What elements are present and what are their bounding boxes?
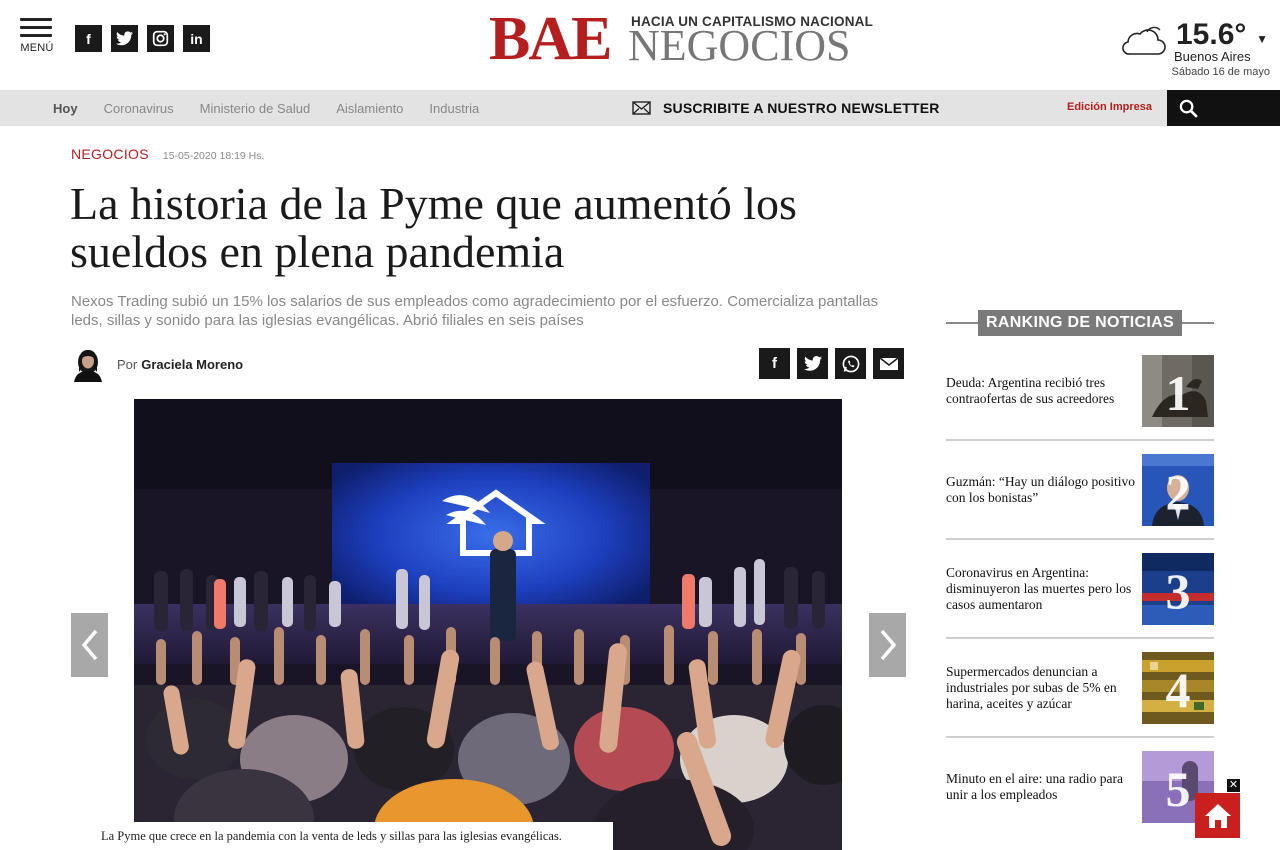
nav-item-ministerio[interactable]: Ministerio de Salud bbox=[200, 101, 311, 116]
ranking-item-title: Minuto en el aire: una radio para unir a… bbox=[946, 771, 1123, 802]
ranking-thumbnail: 3 bbox=[1142, 553, 1214, 625]
weather-date: Sábado 16 de mayo bbox=[1171, 66, 1270, 78]
ranking-thumbnail: 2 bbox=[1142, 454, 1214, 526]
newsletter-link[interactable]: SUSCRIBITE A NUESTRO NEWSLETTER bbox=[632, 90, 940, 126]
cloud-icon bbox=[1122, 26, 1166, 55]
edicion-impresa-link[interactable]: Edición Impresa bbox=[1067, 101, 1152, 113]
ranking-thumbnail: 1 bbox=[1142, 355, 1214, 427]
share-email-icon[interactable] bbox=[873, 348, 904, 379]
home-icon bbox=[1204, 803, 1231, 828]
instagram-icon[interactable] bbox=[147, 25, 174, 52]
weather-widget[interactable]: 15.6° ▼ Buenos Aires Sábado 16 de mayo bbox=[1120, 18, 1270, 80]
weather-temp: 15.6° bbox=[1176, 18, 1247, 51]
ranking-item[interactable]: Supermercados denuncian a industriales p… bbox=[946, 652, 1214, 724]
ranking-item[interactable]: Coronavirus en Argentina: disminuyeron l… bbox=[946, 553, 1214, 625]
ranking-divider bbox=[946, 538, 1214, 540]
facebook-icon[interactable]: f bbox=[75, 25, 102, 52]
ranking-item-title: Deuda: Argentina recibió tres contraofer… bbox=[946, 375, 1115, 406]
search-icon bbox=[1179, 99, 1198, 117]
ranking-divider bbox=[946, 637, 1214, 639]
top-nav: Hoy Coronavirus Ministerio de Salud Aisl… bbox=[0, 90, 1280, 126]
article-title: La historia de la Pyme que aumentó los s… bbox=[70, 178, 797, 277]
chevron-left-icon bbox=[81, 629, 97, 661]
carousel-prev-button[interactable] bbox=[71, 613, 108, 677]
author-byline: Por Graciela Moreno bbox=[71, 346, 243, 382]
ranking-header: RANKING DE NOTICIAS bbox=[946, 310, 1214, 336]
newsletter-label: SUSCRIBITE A NUESTRO NEWSLETTER bbox=[663, 100, 940, 116]
ranking-item-title: Guzmán: “Hay un diálogo positivo con los… bbox=[946, 474, 1135, 505]
share-whatsapp-icon[interactable] bbox=[835, 348, 866, 379]
hamburger-icon bbox=[20, 18, 54, 37]
ranking-number: 4 bbox=[1165, 662, 1191, 718]
ranking-number: 2 bbox=[1165, 464, 1191, 520]
logo-main: BAE bbox=[489, 5, 612, 73]
author-name[interactable]: Graciela Moreno bbox=[141, 357, 243, 372]
ranking-item[interactable]: Guzmán: “Hay un diálogo positivo con los… bbox=[946, 454, 1214, 526]
ranking-divider bbox=[946, 736, 1214, 738]
ranking-item[interactable]: Deuda: Argentina recibió tres contraofer… bbox=[946, 355, 1214, 427]
nav-item-coronavirus[interactable]: Coronavirus bbox=[104, 101, 174, 116]
home-button[interactable] bbox=[1195, 793, 1240, 838]
linkedin-icon[interactable]: in bbox=[183, 25, 210, 52]
chevron-right-icon bbox=[880, 629, 896, 661]
twitter-icon[interactable] bbox=[111, 25, 138, 52]
ranking-thumbnail: 4 bbox=[1142, 652, 1214, 724]
ranking-item-title: Coronavirus en Argentina: disminuyeron l… bbox=[946, 565, 1132, 612]
avatar[interactable] bbox=[71, 346, 105, 382]
nav-item-aislamiento[interactable]: Aislamiento bbox=[336, 101, 403, 116]
ranking-item[interactable]: Minuto en el aire: una radio para unir a… bbox=[946, 751, 1214, 823]
article-meta: NEGOCIOS 15-05-2020 18:19 Hs. bbox=[71, 146, 264, 162]
carousel-next-button[interactable] bbox=[869, 613, 906, 677]
social-links: f in bbox=[75, 25, 210, 52]
search-button[interactable] bbox=[1167, 90, 1280, 126]
nav-items: Hoy Coronavirus Ministerio de Salud Aisl… bbox=[40, 90, 492, 126]
envelope-icon bbox=[632, 101, 651, 115]
by-label: Por bbox=[117, 356, 138, 372]
logo-sub: NEGOCIOS bbox=[628, 21, 851, 70]
nav-item-industria[interactable]: Industria bbox=[429, 101, 479, 116]
article-subtitle: Nexos Trading subió un 15% los salarios … bbox=[71, 293, 879, 329]
share-buttons: f bbox=[759, 348, 904, 379]
section-link[interactable]: NEGOCIOS bbox=[71, 146, 149, 162]
weather-city: Buenos Aires bbox=[1174, 49, 1251, 64]
photo-caption: La Pyme que crece en la pandemia con la … bbox=[89, 822, 613, 850]
share-twitter-icon[interactable] bbox=[797, 348, 828, 379]
ranking-title: RANKING DE NOTICIAS bbox=[978, 310, 1182, 336]
close-icon[interactable]: ✕ bbox=[1227, 779, 1240, 792]
site-header: MENÚ f in BAE HACIA UN CAPITALISMO NACIO… bbox=[0, 0, 1280, 90]
ranking-divider bbox=[946, 439, 1214, 441]
article-photo bbox=[134, 399, 842, 850]
article-timestamp: 15-05-2020 18:19 Hs. bbox=[162, 150, 265, 162]
site-logo[interactable]: BAE HACIA UN CAPITALISMO NACIONAL NEGOCI… bbox=[489, 5, 873, 73]
nav-item-hoy[interactable]: Hoy bbox=[53, 101, 78, 116]
ranking-number: 1 bbox=[1165, 365, 1191, 421]
chevron-down-icon[interactable]: ▼ bbox=[1256, 32, 1268, 46]
ranking-number: 3 bbox=[1165, 563, 1191, 619]
menu-button[interactable]: MENÚ bbox=[20, 18, 54, 54]
ranking-item-title: Supermercados denuncian a industriales p… bbox=[946, 664, 1117, 711]
menu-label: MENÚ bbox=[20, 42, 54, 54]
share-facebook-icon[interactable]: f bbox=[759, 348, 790, 379]
